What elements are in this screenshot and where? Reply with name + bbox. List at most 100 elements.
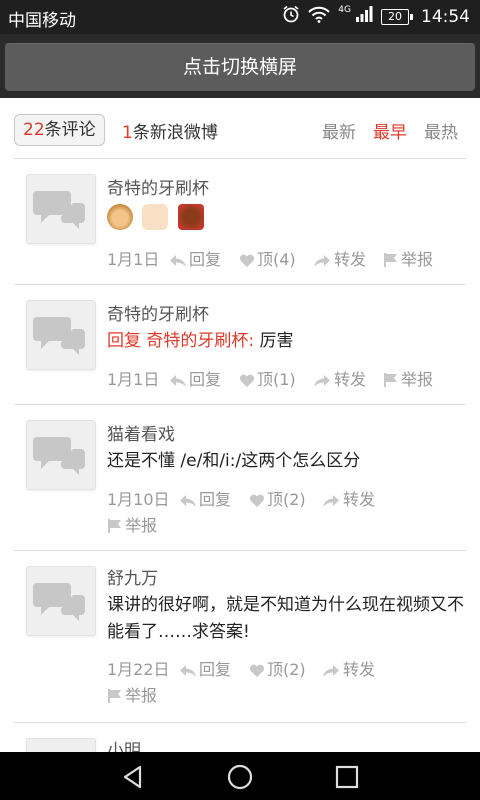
avatar[interactable] [26, 174, 96, 244]
report-label: 举报 [125, 686, 158, 705]
flag-icon [108, 519, 121, 533]
comment-item: 奇特的牙刷杯 1月1日 回复 顶(4) 转发 举报 [0, 158, 480, 284]
reply-target-link[interactable]: 回复 奇特的牙刷杯: [107, 331, 254, 351]
flag-icon [384, 373, 397, 387]
comment-username[interactable]: 奇特的牙刷杯 [107, 300, 209, 325]
report-button[interactable]: 举报 [107, 512, 157, 536]
comment-date: 1月1日 [107, 250, 160, 269]
like-button[interactable]: 顶(2) [249, 656, 306, 680]
forward-label: 转发 [334, 250, 367, 269]
like-button[interactable]: 顶(2) [249, 486, 306, 510]
monkey-emoji-icon [107, 204, 133, 230]
comment-username[interactable]: 猫着看戏 [107, 420, 175, 445]
report-button[interactable]: 举报 [107, 682, 157, 706]
forward-button[interactable]: 转发 [321, 486, 375, 510]
forward-icon [314, 255, 330, 267]
report-button[interactable]: 举报 [383, 246, 433, 270]
reply-button[interactable]: 回复 [179, 656, 231, 680]
comment-text: 课讲的很好啊，就是不知道为什么现在视频又不能看了……求答案! [107, 595, 464, 642]
system-navigation-bar [0, 752, 480, 800]
comment-username[interactable]: 奇特的牙刷杯 [107, 174, 209, 199]
clock-time: 14:54 [421, 6, 470, 27]
heart-icon [239, 374, 255, 387]
avatar[interactable] [26, 420, 96, 490]
comment-count-number: 22 [23, 120, 45, 140]
report-label: 举报 [401, 250, 434, 269]
carrier-label: 中国移动 [8, 11, 76, 31]
like-label: 顶(2) [267, 490, 306, 509]
recent-apps-icon[interactable] [334, 764, 360, 790]
heart-icon [239, 254, 255, 267]
comment-count-tab[interactable]: 22条评论 [14, 114, 105, 146]
comment-item: 奇特的牙刷杯 回复 奇特的牙刷杯: 厉害 1月1日 回复 顶(1) 转发 举报 [0, 284, 480, 404]
like-button[interactable]: 顶(1) [239, 366, 296, 390]
report-button[interactable]: 举报 [383, 366, 433, 390]
weibo-count-tab[interactable]: 1条新浪微博 [122, 118, 218, 143]
signal-icon [355, 5, 373, 28]
weibo-count-label: 条新浪微博 [132, 123, 218, 143]
avatar[interactable] [26, 566, 96, 636]
forward-icon [323, 665, 339, 677]
reply-icon [170, 255, 186, 267]
forward-button[interactable]: 转发 [312, 366, 366, 390]
sort-newest-tab[interactable]: 最新 [322, 118, 356, 143]
like-label: 顶(2) [267, 660, 306, 679]
weibo-count-number: 1 [122, 123, 133, 143]
status-bar: 中国移动 4G 20 14:54 [0, 0, 480, 34]
home-icon[interactable] [227, 764, 253, 790]
heart-icon [249, 664, 265, 677]
comment-username[interactable]: 小明 [107, 736, 141, 752]
comment-item: 小明 [0, 722, 480, 752]
alarm-icon [282, 5, 300, 28]
comment-item: 舒九万 课讲的很好啊，就是不知道为什么现在视频又不能看了……求答案! 1月22日… [0, 550, 480, 722]
comment-filter-bar: 22条评论 1条新浪微博 最新 最早 最热 [0, 98, 480, 158]
heart-icon [249, 494, 265, 507]
reply-icon [180, 495, 196, 507]
flag-icon [108, 689, 121, 703]
forward-icon [314, 375, 330, 387]
back-icon[interactable] [120, 764, 146, 790]
report-label: 举报 [125, 516, 158, 535]
chat-bubble-icon [33, 191, 85, 229]
header-bar: 点击切换横屏 [0, 34, 480, 98]
reply-label: 回复 [199, 490, 232, 509]
reply-button[interactable]: 回复 [169, 246, 221, 270]
reply-label: 回复 [189, 370, 222, 389]
forward-label: 转发 [343, 490, 376, 509]
comment-content [107, 204, 467, 231]
avatar[interactable] [26, 738, 96, 752]
comment-item: 猫着看戏 还是不懂 /e/和/i:/这两个怎么区分 1月10日 回复 顶(2) … [0, 404, 480, 550]
comment-date: 1月10日 [107, 490, 170, 509]
chat-bubble-icon [33, 317, 85, 355]
reply-button[interactable]: 回复 [169, 366, 221, 390]
forward-label: 转发 [343, 660, 376, 679]
like-label: 顶(4) [257, 250, 296, 269]
battery-icon: 20 [381, 8, 413, 25]
comment-date: 1月22日 [107, 660, 170, 679]
flag-icon [384, 253, 397, 267]
switch-landscape-button[interactable]: 点击切换横屏 [5, 43, 475, 91]
sort-earliest-tab[interactable]: 最早 [373, 118, 407, 143]
reply-button[interactable]: 回复 [179, 486, 231, 510]
comment-username[interactable]: 舒九万 [107, 564, 158, 589]
like-label: 顶(1) [257, 370, 296, 389]
thumbs-up-emoji-icon [142, 204, 169, 230]
comment-count-label: 条评论 [44, 120, 96, 140]
network-type-label: 4G [338, 4, 351, 15]
reply-icon [170, 375, 186, 387]
reply-label: 回复 [189, 250, 222, 269]
forward-icon [323, 495, 339, 507]
chat-bubble-icon [33, 437, 85, 475]
forward-button[interactable]: 转发 [312, 246, 366, 270]
angry-face-emoji-icon [177, 204, 204, 230]
forward-button[interactable]: 转发 [321, 656, 375, 680]
reply-icon [180, 665, 196, 677]
chat-bubble-icon [33, 583, 85, 621]
comment-text: 还是不懂 /e/和/i:/这两个怎么区分 [107, 451, 361, 471]
avatar[interactable] [26, 300, 96, 370]
wifi-icon [308, 6, 331, 28]
sort-hottest-tab[interactable]: 最热 [424, 118, 458, 143]
like-button[interactable]: 顶(4) [239, 246, 296, 270]
report-label: 举报 [401, 370, 434, 389]
comment-text: 厉害 [259, 331, 294, 351]
